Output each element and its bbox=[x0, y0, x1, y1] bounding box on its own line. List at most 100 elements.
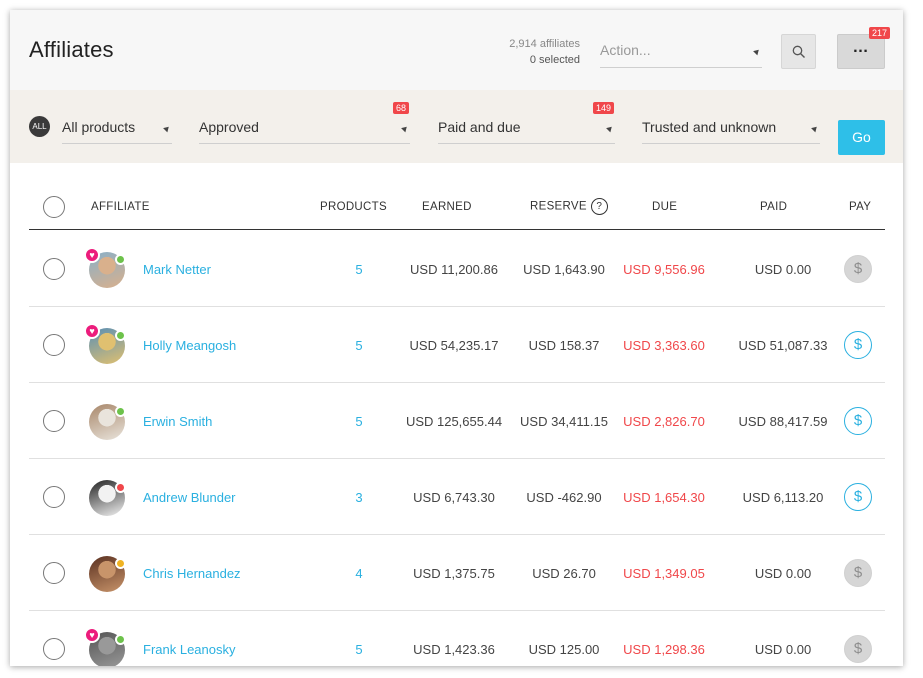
reserve-value: USD 1,643.90 bbox=[523, 262, 605, 277]
row-select-radio[interactable] bbox=[43, 334, 65, 356]
reserve-value: USD -462.90 bbox=[526, 490, 602, 505]
affiliate-name-link[interactable]: Frank Leanosky bbox=[143, 642, 236, 657]
row-select-radio[interactable] bbox=[43, 486, 65, 508]
caret-down-icon bbox=[811, 124, 819, 133]
products-count-link[interactable]: 5 bbox=[329, 338, 389, 353]
trust-filter[interactable]: Trusted and unknown bbox=[642, 114, 820, 144]
table-header: AFFILIATE PRODUCTS EARNED RESERVE? DUE P… bbox=[29, 190, 885, 230]
favorite-heart-icon: ♥ bbox=[84, 627, 100, 643]
pay-dollar-icon[interactable]: $ bbox=[844, 407, 872, 435]
page-header: Affiliates 2,914 affiliates 0 selected A… bbox=[10, 10, 903, 90]
earned-value: USD 1,423.36 bbox=[413, 642, 495, 657]
paid-value: USD 0.00 bbox=[754, 642, 812, 657]
column-due[interactable]: DUE bbox=[652, 201, 677, 213]
due-value: USD 1,298.36 bbox=[623, 642, 705, 657]
earned-value: USD 11,200.86 bbox=[410, 262, 498, 277]
selected-count: 0 selected bbox=[529, 54, 580, 66]
status-dot-icon bbox=[115, 330, 126, 341]
caret-down-icon bbox=[163, 124, 171, 133]
payment-count-badge: 149 bbox=[593, 102, 615, 114]
products-filter-label: All products bbox=[62, 119, 136, 135]
affiliates-window: Affiliates 2,914 affiliates 0 selected A… bbox=[10, 10, 903, 666]
earned-value: USD 6,743.30 bbox=[413, 490, 495, 505]
pay-dollar-icon: $ bbox=[844, 635, 872, 663]
go-button[interactable]: Go bbox=[838, 120, 885, 155]
table-row[interactable]: ♥ Frank Leanosky 5 USD 1,423.36 USD 125.00 US… bbox=[29, 611, 885, 666]
action-dropdown[interactable]: Action... bbox=[600, 36, 762, 68]
earned-value: USD 1,375.75 bbox=[413, 566, 495, 581]
row-select-radio[interactable] bbox=[43, 562, 65, 584]
affiliate-name-link[interactable]: Holly Meangosh bbox=[143, 338, 236, 353]
earned-value: USD 125,655.44 bbox=[405, 414, 503, 429]
payment-filter-label: Paid and due bbox=[438, 119, 521, 135]
due-value: USD 2,826.70 bbox=[623, 414, 705, 429]
table-row[interactable]: ♥ Holly Meangosh 5 USD 54,235.17 USD 158.37 U… bbox=[29, 307, 885, 383]
search-button[interactable] bbox=[781, 34, 816, 69]
status-dot-icon bbox=[115, 558, 126, 569]
table-row[interactable]: Erwin Smith 5 USD 125,655.44 USD 34,411.15 U… bbox=[29, 383, 885, 459]
column-pay: PAY bbox=[849, 201, 872, 213]
status-filter[interactable]: Approved bbox=[199, 114, 410, 144]
reserve-value: USD 158.37 bbox=[528, 338, 600, 353]
products-count-link[interactable]: 5 bbox=[329, 414, 389, 429]
column-earned[interactable]: EARNED bbox=[422, 201, 472, 213]
caret-down-icon bbox=[401, 124, 409, 133]
trust-filter-label: Trusted and unknown bbox=[642, 119, 777, 135]
due-value: USD 1,349.05 bbox=[623, 566, 705, 581]
selection-summary: 2,914 affiliates 0 selected bbox=[450, 36, 580, 68]
pay-dollar-icon[interactable]: $ bbox=[844, 331, 872, 359]
help-icon[interactable]: ? bbox=[590, 198, 608, 215]
due-value: USD 3,363.60 bbox=[623, 338, 705, 353]
affiliate-name-link[interactable]: Mark Netter bbox=[143, 262, 211, 277]
favorite-heart-icon: ♥ bbox=[84, 247, 100, 263]
affiliate-count: 2,914 affiliates bbox=[509, 38, 580, 50]
all-products-icon: ALL bbox=[29, 116, 50, 137]
products-count-link[interactable]: 4 bbox=[329, 566, 389, 581]
filter-bar: ALL All products Approved 68 Paid and du… bbox=[10, 90, 903, 163]
reserve-value: USD 26.70 bbox=[532, 566, 596, 581]
pay-dollar-icon[interactable]: $ bbox=[844, 483, 872, 511]
due-value: USD 9,556.96 bbox=[623, 262, 705, 277]
products-count-link[interactable]: 3 bbox=[329, 490, 389, 505]
paid-value: USD 88,417.59 bbox=[738, 414, 828, 429]
more-options-button[interactable]: … bbox=[837, 34, 885, 69]
products-count-link[interactable]: 5 bbox=[329, 642, 389, 657]
paid-value: USD 0.00 bbox=[754, 262, 812, 277]
affiliate-name-link[interactable]: Erwin Smith bbox=[143, 414, 212, 429]
row-select-radio[interactable] bbox=[43, 410, 65, 432]
status-dot-icon bbox=[115, 254, 126, 265]
caret-down-icon bbox=[606, 124, 614, 133]
column-reserve-label: RESERVE bbox=[530, 200, 587, 213]
pay-dollar-icon: $ bbox=[844, 255, 872, 283]
row-select-radio[interactable] bbox=[43, 258, 65, 280]
table-row[interactable]: ♥ Mark Netter 5 USD 11,200.86 USD 1,643.90 US… bbox=[29, 231, 885, 307]
earned-value: USD 54,235.17 bbox=[409, 338, 499, 353]
payment-filter[interactable]: Paid and due bbox=[438, 114, 615, 144]
paid-value: USD 51,087.33 bbox=[738, 338, 828, 353]
products-filter[interactable]: All products bbox=[62, 114, 172, 144]
due-value: USD 1,654.30 bbox=[623, 490, 705, 505]
status-count-badge: 68 bbox=[393, 102, 410, 114]
status-dot-icon bbox=[115, 482, 126, 493]
table-row[interactable]: Andrew Blunder 3 USD 6,743.30 USD -462.90 US… bbox=[29, 459, 885, 535]
more-count-badge: 217 bbox=[869, 27, 891, 39]
paid-value: USD 0.00 bbox=[754, 566, 812, 581]
status-dot-icon bbox=[115, 634, 126, 645]
page-title: Affiliates bbox=[29, 37, 114, 62]
select-all-radio[interactable] bbox=[43, 196, 65, 218]
action-placeholder: Action... bbox=[600, 42, 651, 58]
reserve-value: USD 34,411.15 bbox=[520, 414, 608, 429]
pay-dollar-icon: $ bbox=[844, 559, 872, 587]
reserve-value: USD 125.00 bbox=[528, 642, 600, 657]
status-dot-icon bbox=[115, 406, 126, 417]
products-count-link[interactable]: 5 bbox=[329, 262, 389, 277]
affiliate-name-link[interactable]: Andrew Blunder bbox=[143, 490, 236, 505]
column-paid[interactable]: PAID bbox=[760, 201, 787, 213]
affiliate-name-link[interactable]: Chris Hernandez bbox=[143, 566, 241, 581]
paid-value: USD 6,113.20 bbox=[742, 490, 824, 505]
table-row[interactable]: Chris Hernandez 4 USD 1,375.75 USD 26.70 USD… bbox=[29, 535, 885, 611]
column-products[interactable]: PRODUCTS bbox=[320, 201, 387, 213]
row-select-radio[interactable] bbox=[43, 638, 65, 660]
column-reserve[interactable]: RESERVE? bbox=[530, 198, 608, 215]
column-affiliate[interactable]: AFFILIATE bbox=[91, 201, 150, 213]
